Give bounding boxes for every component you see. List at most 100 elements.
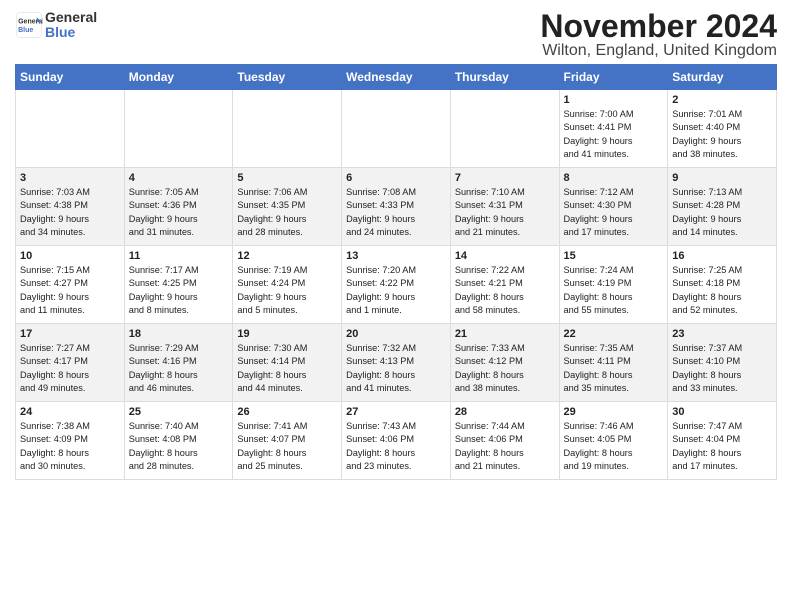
day-info: Sunrise: 7:46 AM Sunset: 4:05 PM Dayligh… [564,420,664,473]
calendar-title: November 2024 [540,10,777,42]
day-number: 16 [672,250,772,262]
day-number: 12 [237,250,337,262]
svg-text:Blue: Blue [18,27,33,34]
page: General Blue General Blue November 2024 … [0,0,792,490]
day-cell [16,90,125,168]
week-row-5: 24 Sunrise: 7:38 AM Sunset: 4:09 PM Dayli… [16,402,777,480]
day-info: Sunrise: 7:32 AM Sunset: 4:13 PM Dayligh… [346,342,446,395]
week-row-4: 17 Sunrise: 7:27 AM Sunset: 4:17 PM Dayli… [16,324,777,402]
day-info: Sunrise: 7:17 AM Sunset: 4:25 PM Dayligh… [129,264,229,317]
day-number: 25 [129,406,229,418]
day-cell: 25 Sunrise: 7:40 AM Sunset: 4:08 PM Dayli… [124,402,233,480]
header-row: Sunday Monday Tuesday Wednesday Thursday… [16,65,777,90]
day-cell: 1Sunrise: 7:00 AM Sunset: 4:41 PM Daylig… [559,90,668,168]
day-number: 26 [237,406,337,418]
day-cell: 6Sunrise: 7:08 AM Sunset: 4:33 PM Daylig… [342,168,451,246]
day-number: 14 [455,250,555,262]
day-info: Sunrise: 7:27 AM Sunset: 4:17 PM Dayligh… [20,342,120,395]
day-info: Sunrise: 7:20 AM Sunset: 4:22 PM Dayligh… [346,264,446,317]
day-number: 29 [564,406,664,418]
day-info: Sunrise: 7:22 AM Sunset: 4:21 PM Dayligh… [455,264,555,317]
day-number: 27 [346,406,446,418]
day-info: Sunrise: 7:44 AM Sunset: 4:06 PM Dayligh… [455,420,555,473]
day-number: 8 [564,172,664,184]
day-number: 19 [237,328,337,340]
day-cell [342,90,451,168]
day-cell: 2 Sunrise: 7:01 AM Sunset: 4:40 PM Daylig… [668,90,777,168]
day-info: Sunrise: 7:38 AM Sunset: 4:09 PM Dayligh… [20,420,120,473]
day-number: 15 [564,250,664,262]
day-info: Sunrise: 7:12 AM Sunset: 4:30 PM Dayligh… [564,186,664,239]
day-number: 24 [20,406,120,418]
day-number: 23 [672,328,772,340]
day-info: Sunrise: 7:30 AM Sunset: 4:14 PM Dayligh… [237,342,337,395]
calendar-table: Sunday Monday Tuesday Wednesday Thursday… [15,64,777,480]
day-number: 30 [672,406,772,418]
col-thursday: Thursday [450,65,559,90]
day-info: Sunrise: 7:05 AM Sunset: 4:36 PM Dayligh… [129,186,229,239]
day-info: Sunrise: 7:43 AM Sunset: 4:06 PM Dayligh… [346,420,446,473]
day-number: 1 [564,94,664,106]
day-info: Sunrise: 7:13 AM Sunset: 4:28 PM Dayligh… [672,186,772,239]
day-info: Sunrise: 7:33 AM Sunset: 4:12 PM Dayligh… [455,342,555,395]
day-info: Sunrise: 7:40 AM Sunset: 4:08 PM Dayligh… [129,420,229,473]
day-cell: 9 Sunrise: 7:13 AM Sunset: 4:28 PM Daylig… [668,168,777,246]
day-cell: 15 Sunrise: 7:24 AM Sunset: 4:19 PM Dayli… [559,246,668,324]
day-info: Sunrise: 7:01 AM Sunset: 4:40 PM Dayligh… [672,108,772,161]
col-sunday: Sunday [16,65,125,90]
logo-text: General Blue [45,10,97,41]
day-info: Sunrise: 7:19 AM Sunset: 4:24 PM Dayligh… [237,264,337,317]
col-saturday: Saturday [668,65,777,90]
logo-line1: General [45,10,97,25]
day-number: 11 [129,250,229,262]
day-cell [124,90,233,168]
day-number: 4 [129,172,229,184]
logo-icon: General Blue [15,11,43,39]
day-cell: 17 Sunrise: 7:27 AM Sunset: 4:17 PM Dayli… [16,324,125,402]
day-number: 6 [346,172,446,184]
day-cell: 3 Sunrise: 7:03 AM Sunset: 4:38 PM Daylig… [16,168,125,246]
day-cell: 29 Sunrise: 7:46 AM Sunset: 4:05 PM Dayli… [559,402,668,480]
day-cell: 20Sunrise: 7:32 AM Sunset: 4:13 PM Dayli… [342,324,451,402]
day-number: 21 [455,328,555,340]
col-tuesday: Tuesday [233,65,342,90]
day-number: 5 [237,172,337,184]
day-number: 3 [20,172,120,184]
col-friday: Friday [559,65,668,90]
day-cell: 14 Sunrise: 7:22 AM Sunset: 4:21 PM Dayli… [450,246,559,324]
day-info: Sunrise: 7:37 AM Sunset: 4:10 PM Dayligh… [672,342,772,395]
day-number: 13 [346,250,446,262]
week-row-1: 1Sunrise: 7:00 AM Sunset: 4:41 PM Daylig… [16,90,777,168]
day-cell: 13 Sunrise: 7:20 AM Sunset: 4:22 PM Dayli… [342,246,451,324]
calendar-subtitle: Wilton, England, United Kingdom [540,42,777,60]
day-cell: 4 Sunrise: 7:05 AM Sunset: 4:36 PM Daylig… [124,168,233,246]
day-info: Sunrise: 7:29 AM Sunset: 4:16 PM Dayligh… [129,342,229,395]
day-cell: 22Sunrise: 7:35 AM Sunset: 4:11 PM Dayli… [559,324,668,402]
day-cell: 24 Sunrise: 7:38 AM Sunset: 4:09 PM Dayli… [16,402,125,480]
day-cell: 26Sunrise: 7:41 AM Sunset: 4:07 PM Dayli… [233,402,342,480]
day-cell: 16 Sunrise: 7:25 AM Sunset: 4:18 PM Dayli… [668,246,777,324]
day-number: 18 [129,328,229,340]
day-number: 2 [672,94,772,106]
day-info: Sunrise: 7:10 AM Sunset: 4:31 PM Dayligh… [455,186,555,239]
day-info: Sunrise: 7:24 AM Sunset: 4:19 PM Dayligh… [564,264,664,317]
day-cell: 27 Sunrise: 7:43 AM Sunset: 4:06 PM Dayli… [342,402,451,480]
logo-line2: Blue [45,25,97,40]
day-cell: 10Sunrise: 7:15 AM Sunset: 4:27 PM Dayli… [16,246,125,324]
day-info: Sunrise: 7:03 AM Sunset: 4:38 PM Dayligh… [20,186,120,239]
col-wednesday: Wednesday [342,65,451,90]
day-number: 7 [455,172,555,184]
day-number: 28 [455,406,555,418]
day-cell: 28 Sunrise: 7:44 AM Sunset: 4:06 PM Dayli… [450,402,559,480]
day-cell: 5Sunrise: 7:06 AM Sunset: 4:35 PM Daylig… [233,168,342,246]
day-cell [233,90,342,168]
day-cell: 12 Sunrise: 7:19 AM Sunset: 4:24 PM Dayli… [233,246,342,324]
day-cell: 7 Sunrise: 7:10 AM Sunset: 4:31 PM Daylig… [450,168,559,246]
title-block: November 2024 Wilton, England, United Ki… [540,10,777,60]
day-cell: 30Sunrise: 7:47 AM Sunset: 4:04 PM Dayli… [668,402,777,480]
day-number: 9 [672,172,772,184]
day-info: Sunrise: 7:25 AM Sunset: 4:18 PM Dayligh… [672,264,772,317]
day-cell [450,90,559,168]
day-number: 17 [20,328,120,340]
day-number: 10 [20,250,120,262]
